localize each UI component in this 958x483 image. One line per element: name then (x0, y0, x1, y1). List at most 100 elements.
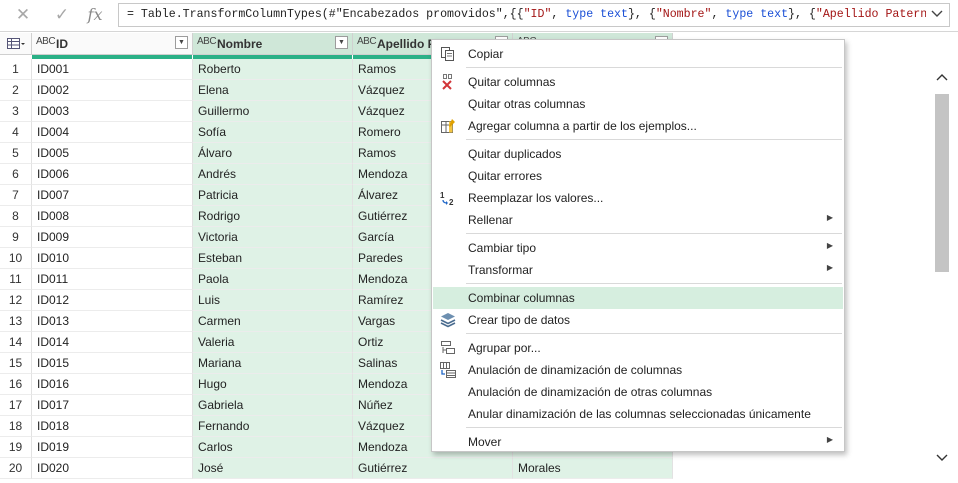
table-cell[interactable]: ID003 (32, 101, 193, 122)
menu-item[interactable]: Quitar otras columnas (433, 93, 843, 115)
table-cell[interactable]: ID016 (32, 374, 193, 395)
menu-item[interactable]: 1 2 Reemplazar los valores... (433, 187, 843, 209)
formula-token: "ID" (523, 8, 552, 21)
row-number[interactable]: 4 (0, 122, 32, 143)
table-cell[interactable]: Roberto (193, 59, 353, 80)
table-cell[interactable]: ID001 (32, 59, 193, 80)
table-cell[interactable]: Esteban (193, 248, 353, 269)
filter-dropdown-icon[interactable]: ▼ (175, 36, 188, 49)
row-number[interactable]: 20 (0, 458, 32, 479)
menu-item[interactable]: Mover ▶ (433, 431, 843, 453)
check-icon[interactable]: ✓ (51, 4, 73, 26)
menu-item[interactable]: Copiar (433, 43, 843, 65)
row-number[interactable]: 9 (0, 227, 32, 248)
menu-item[interactable]: Agregar columna a partir de los ejemplos… (433, 115, 843, 137)
table-cell[interactable]: Hugo (193, 374, 353, 395)
menu-item-label: Quitar otras columnas (468, 97, 586, 111)
row-number[interactable]: 18 (0, 416, 32, 437)
chevron-down-icon[interactable] (934, 451, 950, 469)
table-cell[interactable]: ID012 (32, 290, 193, 311)
menu-item[interactable]: Crear tipo de datos (433, 309, 843, 331)
table-cell[interactable]: Carmen (193, 311, 353, 332)
menu-separator (466, 333, 842, 334)
table-cell[interactable]: ID007 (32, 185, 193, 206)
row-number[interactable]: 7 (0, 185, 32, 206)
row-number[interactable]: 8 (0, 206, 32, 227)
fx-label[interactable]: fx (84, 4, 106, 26)
menu-item[interactable]: Anulación de dinamización de columnas (433, 359, 843, 381)
table-cell[interactable]: ID015 (32, 353, 193, 374)
table-cell[interactable]: ID008 (32, 206, 193, 227)
close-icon[interactable]: ✕ (12, 4, 34, 26)
row-number[interactable]: 2 (0, 80, 32, 101)
menu-item[interactable]: Anulación de dinamización de otras colum… (433, 381, 843, 403)
table-cell[interactable]: ID004 (32, 122, 193, 143)
text-type-icon[interactable]: ABC (36, 36, 56, 47)
table-cell[interactable]: ID011 (32, 269, 193, 290)
table-cell[interactable]: Álvaro (193, 143, 353, 164)
menu-item[interactable]: Quitar duplicados (433, 143, 843, 165)
table-cell[interactable]: Victoria (193, 227, 353, 248)
table-cell[interactable]: ID013 (32, 311, 193, 332)
row-number[interactable]: 19 (0, 437, 32, 458)
table-cell[interactable]: Valeria (193, 332, 353, 353)
row-number[interactable]: 16 (0, 374, 32, 395)
table-cell[interactable]: Morales (513, 458, 673, 479)
table-cell[interactable]: Rodrigo (193, 206, 353, 227)
table-cell[interactable]: ID002 (32, 80, 193, 101)
row-number[interactable]: 14 (0, 332, 32, 353)
menu-item[interactable]: Combinar columnas (433, 287, 843, 309)
table-cell[interactable]: ID020 (32, 458, 193, 479)
row-number[interactable]: 6 (0, 164, 32, 185)
row-number[interactable]: 12 (0, 290, 32, 311)
table-cell[interactable]: ID017 (32, 395, 193, 416)
table-cell[interactable]: Guillermo (193, 101, 353, 122)
row-number[interactable]: 15 (0, 353, 32, 374)
chevron-down-icon[interactable] (926, 4, 948, 24)
vertical-scrollbar[interactable] (934, 70, 950, 470)
table-cell[interactable]: José (193, 458, 353, 479)
table-cell[interactable]: ID018 (32, 416, 193, 437)
column-header[interactable]: ABC Nombre ▼ (193, 33, 353, 55)
table-cell[interactable]: ID010 (32, 248, 193, 269)
scrollbar-thumb[interactable] (935, 94, 949, 272)
table-menu-button[interactable] (0, 33, 32, 55)
table-cell[interactable]: Andrés (193, 164, 353, 185)
row-number[interactable]: 11 (0, 269, 32, 290)
table-cell[interactable]: Paola (193, 269, 353, 290)
table-cell[interactable]: Luis (193, 290, 353, 311)
menu-item[interactable]: Quitar columnas (433, 71, 843, 93)
menu-item[interactable]: Agrupar por... (433, 337, 843, 359)
formula-input[interactable]: = Table.TransformColumnTypes(#"Encabezad… (118, 3, 950, 27)
chevron-up-icon[interactable] (934, 70, 950, 88)
row-number[interactable]: 1 (0, 59, 32, 80)
row-number[interactable]: 5 (0, 143, 32, 164)
column-header[interactable]: ABC ID ▼ (32, 33, 193, 55)
table-cell[interactable]: Gutiérrez (353, 458, 513, 479)
table-cell[interactable]: ID006 (32, 164, 193, 185)
table-cell[interactable]: ID014 (32, 332, 193, 353)
menu-item[interactable]: Anular dinamización de las columnas sele… (433, 403, 843, 425)
table-cell[interactable]: Elena (193, 80, 353, 101)
row-number[interactable]: 17 (0, 395, 32, 416)
menu-item[interactable]: Rellenar ▶ (433, 209, 843, 231)
formula-token: , (551, 8, 566, 21)
text-type-icon[interactable]: ABC (357, 36, 377, 47)
row-number[interactable]: 13 (0, 311, 32, 332)
menu-item[interactable]: Cambiar tipo ▶ (433, 237, 843, 259)
table-cell[interactable]: ID009 (32, 227, 193, 248)
table-cell[interactable]: Gabriela (193, 395, 353, 416)
table-cell[interactable]: ID005 (32, 143, 193, 164)
menu-item[interactable]: Quitar errores (433, 165, 843, 187)
text-type-icon[interactable]: ABC (197, 36, 217, 47)
table-cell[interactable]: Sofía (193, 122, 353, 143)
table-cell[interactable]: ID019 (32, 437, 193, 458)
table-cell[interactable]: Mariana (193, 353, 353, 374)
filter-dropdown-icon[interactable]: ▼ (335, 36, 348, 49)
table-cell[interactable]: Fernando (193, 416, 353, 437)
menu-item[interactable]: Transformar ▶ (433, 259, 843, 281)
row-number[interactable]: 10 (0, 248, 32, 269)
row-number[interactable]: 3 (0, 101, 32, 122)
table-cell[interactable]: Carlos (193, 437, 353, 458)
table-cell[interactable]: Patricia (193, 185, 353, 206)
